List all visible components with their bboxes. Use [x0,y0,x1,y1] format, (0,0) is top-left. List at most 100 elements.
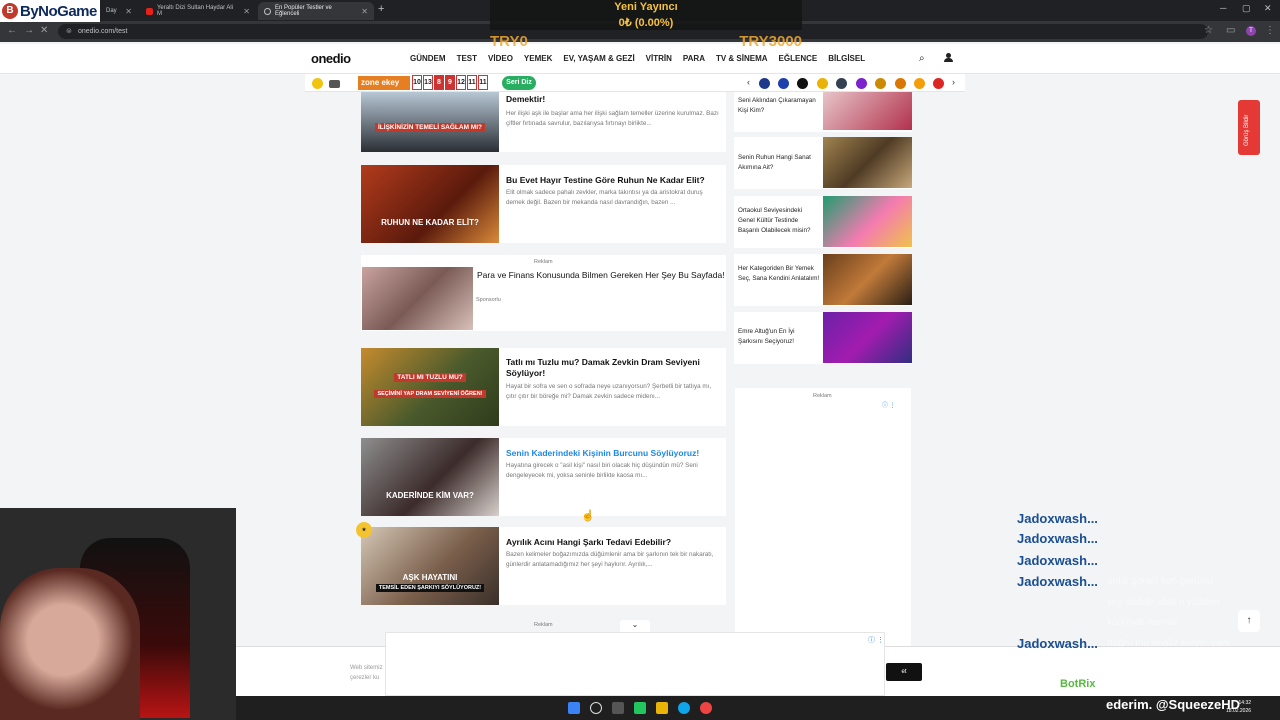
nav-item-gundem[interactable]: GÜNDEM [410,54,446,63]
profile-avatar[interactable]: T [1246,26,1256,36]
article-description: Bazen kelimeler boğazımızda düğümlenir a… [506,551,714,568]
category-icon[interactable] [817,78,828,89]
number-cell: 13 [423,75,433,90]
site-info-icon[interactable]: ⊜ [66,24,72,39]
article-title-link[interactable]: Senin Kaderindeki Kişinin Burcunu Söylüy… [506,448,716,459]
chevron-right-icon[interactable]: › [952,77,955,87]
nav-item-para[interactable]: PARA [683,54,705,63]
category-icon[interactable] [759,78,770,89]
nav-item-tv-sinema[interactable]: TV & SİNEMA [716,54,768,63]
close-icon[interactable]: ✕ [361,7,368,16]
sidebar-item[interactable]: Senin Ruhun Hangi Sanat Akımına Ait? [734,137,912,189]
site-logo[interactable]: onedio [311,51,351,66]
loading-icon [264,7,271,15]
forward-icon[interactable]: → [24,25,34,36]
new-tab-button[interactable]: + [378,3,384,15]
category-icon[interactable] [933,78,944,89]
start-icon[interactable] [568,702,580,714]
article-card[interactable]: AŞK HAYATINI TEMSİL EDEN ŞARKIYI SÖYLÜYO… [361,527,726,605]
browser-tab[interactable]: Yeraltı Dizi Sultan Haydar Ali M ✕ [140,2,256,20]
article-title[interactable]: Bu Evet Hayır Testine Göre Ruhun Ne Kada… [506,175,716,186]
nav-item-yemek[interactable]: YEMEK [524,54,552,63]
main-nav: GÜNDEM TEST VİDEO YEMEK EV, YAŞAM & GEZİ… [410,54,865,63]
article-card[interactable]: RUHUN NE KADAR ELİT? Bu Evet Hayır Testi… [361,165,726,243]
bookmark-star-icon[interactable]: ☆ [1204,25,1213,36]
feedback-tab[interactable]: Görüş Bildir [1238,100,1260,155]
article-thumbnail[interactable]: TATLI MI TUZLU MU? SEÇİMİNİ YAP DRAM SEV… [361,348,499,426]
menu-icon[interactable]: ⋮ [1265,25,1275,36]
ad-info-icon[interactable]: ⓘ ⋮ [882,400,896,409]
browser-tab-active[interactable]: En Popüler Testler ve Eğlenceli ✕ [258,2,374,20]
sidebar-item-title: Emre Altuğ'un En İyi Şarkısını Seçiyoruz… [738,328,795,345]
gallery-icon[interactable] [329,80,340,88]
category-icon[interactable] [797,78,808,89]
extensions-icon[interactable]: ▭ [1226,25,1235,36]
chat-message: korkmak normal [1107,617,1179,628]
article-title[interactable]: Demektir! [506,94,716,105]
nav-item-vitrin[interactable]: VİTRİN [646,54,672,63]
number-strip[interactable]: 10 13 8 9 12 11 11 [412,75,488,90]
article-thumbnail[interactable]: İLİŞKİNİZİN TEMELİ SAĞLAM MI? [361,92,499,152]
browser-tab[interactable]: Day ✕ [100,2,138,20]
article-description: Elit olmak sadece pahalı zevkler, marka … [506,189,703,206]
chevron-left-icon[interactable]: ‹ [747,77,750,87]
thumbnail-caption: TATLI MI TUZLU MU? [361,373,499,382]
search-icon[interactable] [590,702,602,714]
sponsored-thumbnail[interactable] [362,267,473,330]
emoji-icon[interactable] [312,78,323,89]
minimize-icon[interactable]: ─ [1220,3,1226,13]
article-thumbnail[interactable]: RUHUN NE KADAR ELİT? [361,165,499,243]
article-card[interactable]: KADERİNDE KİM VAR? Senin Kaderindeki Kiş… [361,438,726,516]
chrome-icon[interactable] [700,702,712,714]
nav-item-test[interactable]: TEST [457,54,477,63]
ad-info-icon[interactable]: ⓘ ⋮ [868,635,884,645]
nav-item-bilgisel[interactable]: BİLGİSEL [828,54,865,63]
article-card[interactable]: TATLI MI TUZLU MU? SEÇİMİNİ YAP DRAM SEV… [361,348,726,426]
cookie-accept-button[interactable]: et [886,663,922,681]
sidebar-item[interactable]: Seni Aklından Çıkaramayan Kişi Kim? [734,92,912,132]
stop-icon[interactable]: ✕ [40,25,48,36]
folder-icon[interactable] [656,702,668,714]
article-thumbnail[interactable]: KADERİNDE KİM VAR? [361,438,499,516]
chat-bot-message: Takip ettiğiniz için teşekkür [1107,679,1226,690]
donation-title: Yeni Yayıncı [614,1,678,13]
donation-max: TRY3000 [739,33,802,50]
article-thumbnail[interactable]: AŞK HAYATINI TEMSİL EDEN ŞARKIYI SÖYLÜYO… [361,527,499,605]
user-icon[interactable] [944,53,953,63]
category-icon[interactable] [836,78,847,89]
task-view-icon[interactable] [612,702,624,714]
category-icon[interactable] [914,78,925,89]
article-card[interactable]: İLİŞKİNİZİN TEMELİ SAĞLAM MI? Demektir! … [361,92,726,152]
category-icon[interactable] [856,78,867,89]
edge-icon[interactable] [678,702,690,714]
article-title[interactable]: Tatlı mı Tuzlu mu? Damak Zevkin Dram Sev… [506,357,716,379]
nav-item-eglence[interactable]: EĞLENCE [779,54,818,63]
sponsored-title[interactable]: Para ve Finans Konusunda Bilmen Gereken … [477,270,727,281]
nav-item-ev-yasam[interactable]: EV, YAŞAM & GEZİ [563,54,634,63]
back-icon[interactable]: ← [7,25,17,36]
close-window-icon[interactable]: ✕ [1264,3,1272,14]
cookie-text: Web sitemiz çerezler ku [350,665,383,681]
zone-logo[interactable]: zone ekey [358,76,410,90]
sidebar-thumbnail [823,196,912,247]
maximize-icon[interactable]: ▢ [1242,3,1251,14]
category-icon[interactable] [875,78,886,89]
seri-diz-button[interactable]: Seri Diz [502,76,536,90]
category-icon[interactable] [778,78,789,89]
search-icon[interactable]: ⌕ [919,53,925,64]
sidebar-item-title: Senin Ruhun Hangi Sanat Akımına Ait? [738,154,811,171]
chat-username: Jadoxwash... [1017,636,1098,651]
close-icon[interactable]: ✕ [125,7,132,16]
sidebar-item[interactable]: Her Kategoriden Bir Yemek Seç, Sana Kend… [734,254,912,306]
sidebar-item[interactable]: Emre Altuğ'un En İyi Şarkısını Seçiyoruz… [734,312,912,364]
scroll-to-top-button[interactable]: ↑ [1238,610,1260,632]
app-icon[interactable] [634,702,646,714]
nav-item-video[interactable]: VİDEO [488,54,513,63]
category-icon[interactable] [895,78,906,89]
close-icon[interactable]: ✕ [243,7,250,16]
secondary-bar: zone ekey 10 13 8 9 12 11 11 Seri Diz ‹ … [305,74,965,92]
sponsored-card[interactable]: Reklam Para ve Finans Konusunda Bilmen G… [361,255,726,331]
article-description: Hayatına girecek o "asil kişi" nasıl bir… [506,462,698,479]
sidebar-item[interactable]: Ortaokul Seviyesindeki Genel Kültür Test… [734,196,912,248]
article-title[interactable]: Ayrılık Acını Hangi Şarkı Tedavi Edebili… [506,537,716,548]
